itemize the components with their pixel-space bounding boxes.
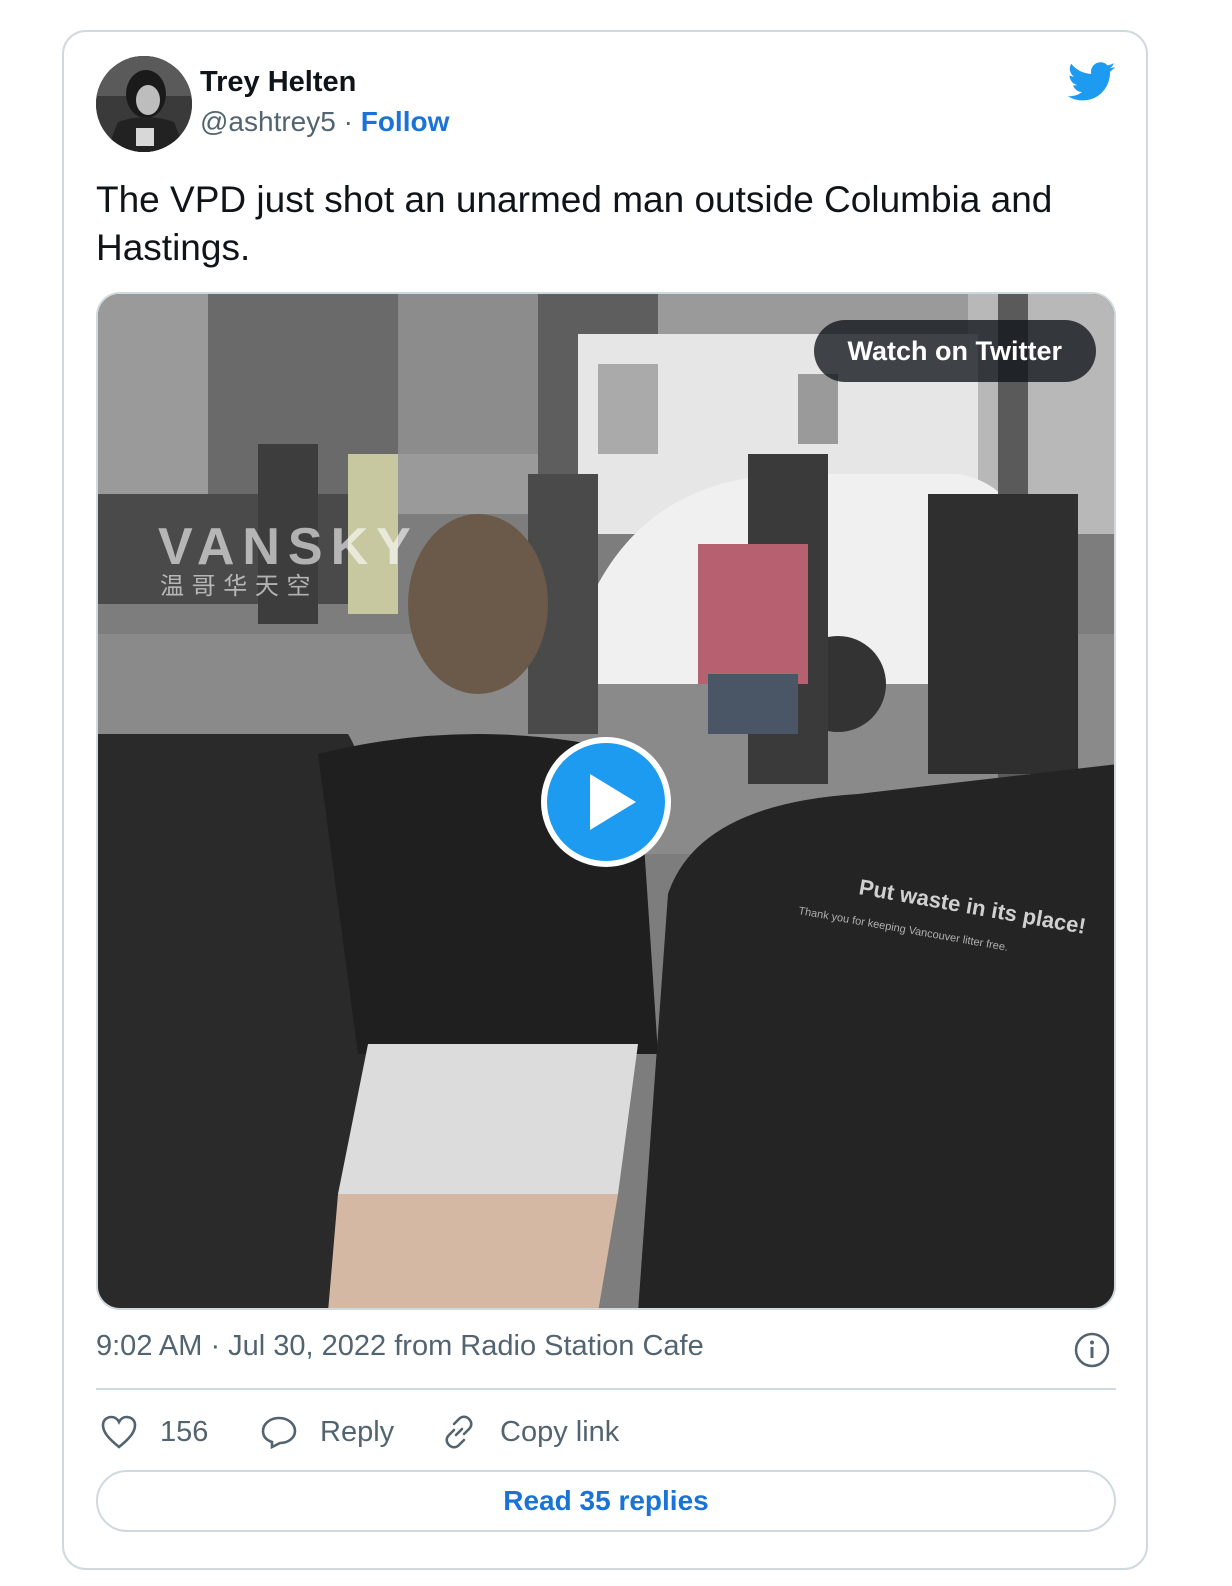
like-count: 156 bbox=[160, 1415, 209, 1448]
reply-label: Reply bbox=[320, 1415, 395, 1448]
tweet-actions: 156 Reply Copy link bbox=[96, 1404, 1116, 1460]
author-handle-row: @ashtrey5 · Follow bbox=[200, 106, 449, 138]
watermark-text: VANSKY bbox=[158, 518, 419, 576]
reply-button[interactable]: Reply bbox=[260, 1404, 394, 1460]
twitter-bird-icon[interactable] bbox=[1068, 62, 1116, 102]
tweet-text: The VPD just shot an unarmed man outside… bbox=[96, 179, 1053, 268]
info-icon[interactable] bbox=[1072, 1330, 1112, 1370]
author-handle[interactable]: @ashtrey5 bbox=[200, 106, 336, 137]
copy-link-label: Copy link bbox=[500, 1415, 620, 1448]
avatar[interactable] bbox=[96, 56, 192, 152]
tweet-embed-card: Trey Helten @ashtrey5 · Follow The VPD j… bbox=[62, 30, 1148, 1570]
read-replies-button[interactable]: Read 35 replies bbox=[96, 1470, 1116, 1532]
heart-icon bbox=[101, 1415, 137, 1449]
video-player[interactable]: Put waste in its place! Thank you for ke… bbox=[96, 292, 1116, 1310]
tweet-timestamp[interactable]: 9:02 AM · Jul 30, 2022 from Radio Statio… bbox=[96, 1330, 704, 1363]
author-name[interactable]: Trey Helten bbox=[200, 66, 356, 99]
play-icon[interactable] bbox=[540, 736, 672, 868]
like-button[interactable]: 156 bbox=[100, 1404, 208, 1460]
link-icon bbox=[445, 1415, 473, 1449]
watch-on-twitter-button[interactable]: Watch on Twitter bbox=[813, 320, 1096, 382]
watermark-subtext: 温 哥 华 天 空 bbox=[160, 572, 311, 600]
copy-link-button[interactable]: Copy link bbox=[440, 1404, 619, 1460]
reply-icon bbox=[261, 1416, 297, 1450]
handle-separator: · bbox=[343, 106, 353, 137]
divider bbox=[96, 1388, 1116, 1390]
follow-button[interactable]: Follow bbox=[361, 106, 450, 137]
